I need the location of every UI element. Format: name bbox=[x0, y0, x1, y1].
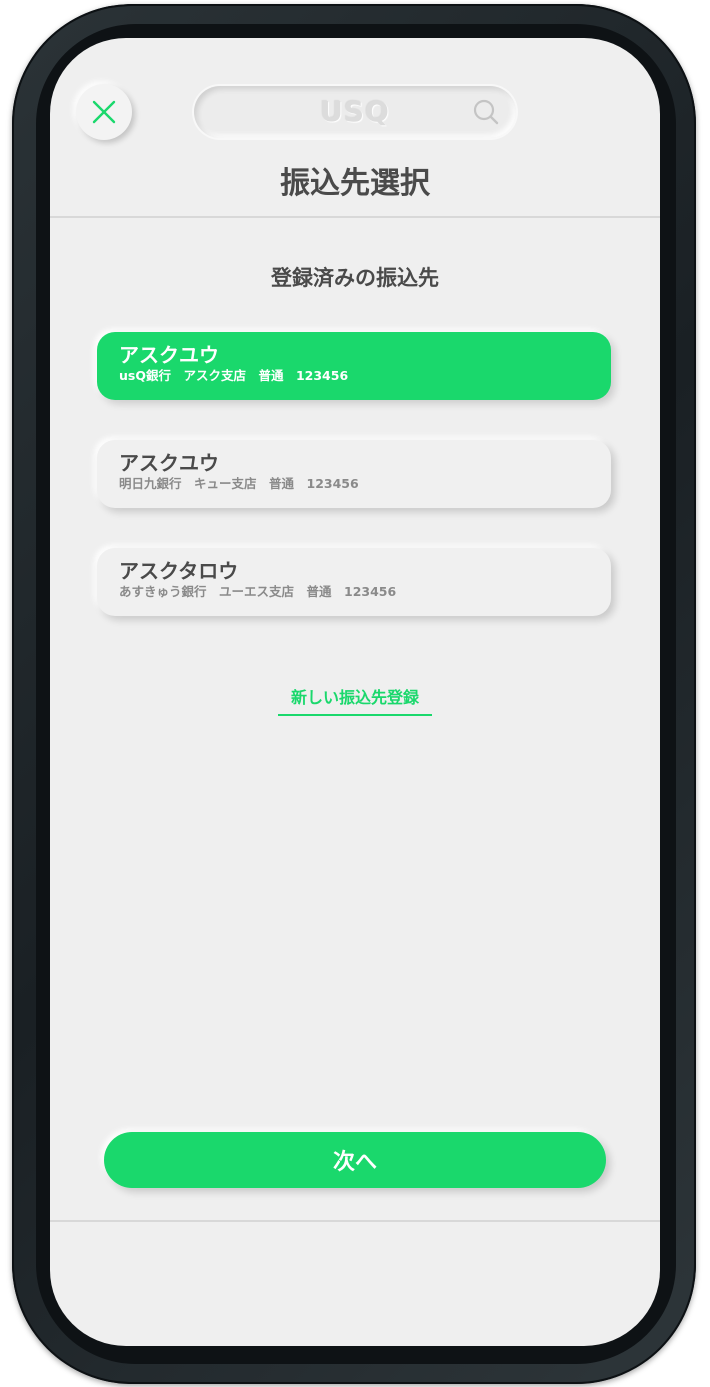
payee-detail: あすきゅう銀行 ユーエス支店 普通 123456 bbox=[119, 584, 397, 599]
search-logo: USQ bbox=[320, 95, 390, 128]
new-payee-link[interactable]: 新しい振込先登録 bbox=[278, 684, 432, 716]
payee-card-3[interactable]: アスクタロウ あすきゅう銀行 ユーエス支店 普通 123456 bbox=[97, 548, 611, 616]
app-screen: USQ 振込先選択 登録済みの振込先 アスクユウ usQ銀行 アスク支店 普通 … bbox=[50, 38, 660, 1346]
payee-card-1[interactable]: アスクユウ usQ銀行 アスク支店 普通 123456 bbox=[97, 332, 611, 400]
close-button[interactable] bbox=[76, 84, 132, 140]
next-button[interactable]: 次へ bbox=[104, 1132, 606, 1188]
payee-name: アスクユウ bbox=[119, 451, 219, 475]
section-title: 登録済みの振込先 bbox=[271, 266, 439, 290]
header-divider bbox=[50, 216, 660, 218]
payee-card-2[interactable]: アスクユウ 明日九銀行 キュー支店 普通 123456 bbox=[97, 440, 611, 508]
close-icon bbox=[92, 100, 116, 124]
page-title: 振込先選択 bbox=[280, 166, 430, 201]
footer-divider bbox=[50, 1220, 660, 1222]
payee-name: アスクユウ bbox=[119, 343, 219, 367]
payee-detail: 明日九銀行 キュー支店 普通 123456 bbox=[119, 476, 359, 491]
payee-detail: usQ銀行 アスク支店 普通 123456 bbox=[119, 368, 349, 383]
payee-name: アスクタロウ bbox=[119, 559, 239, 583]
search-icon[interactable] bbox=[472, 98, 500, 126]
search-bar[interactable]: USQ bbox=[194, 86, 516, 138]
